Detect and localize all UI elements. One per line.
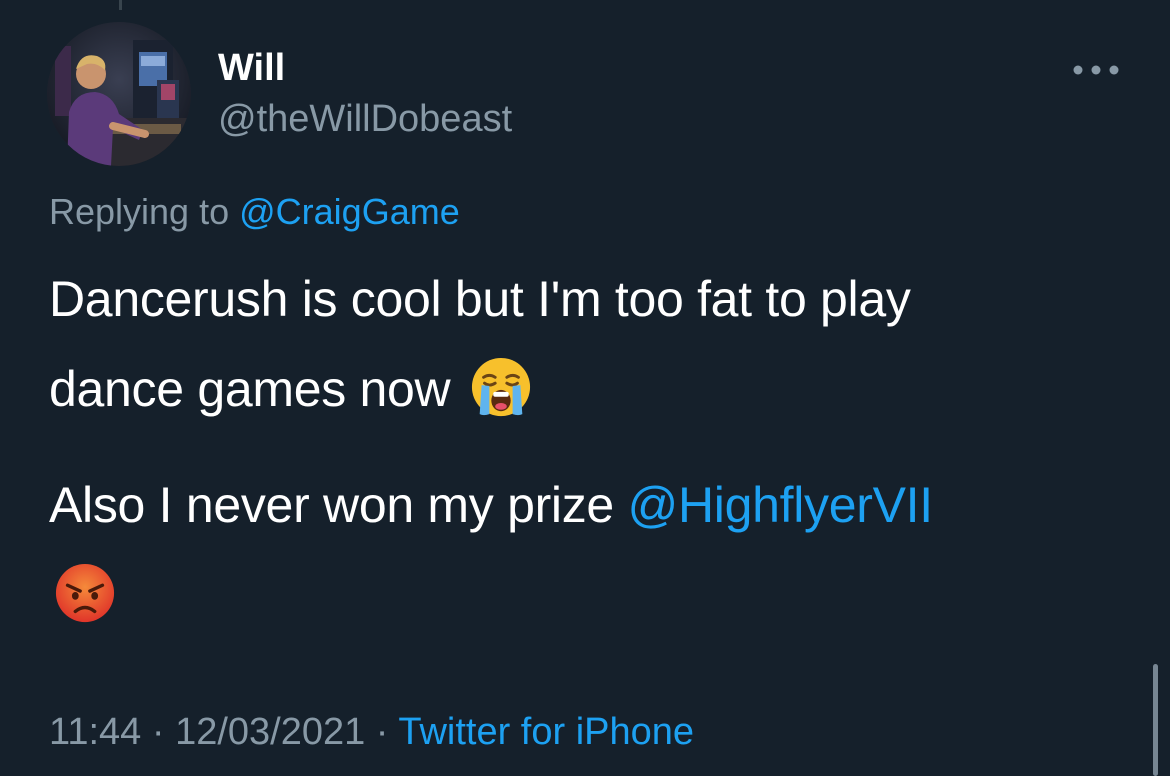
avatar[interactable] [47,22,191,166]
tweet-date: 12/03/2021 [175,711,366,753]
replying-to-label: Replying to [49,191,230,232]
meta-separator: · [141,711,176,753]
user-handle[interactable]: @theWillDobeast [218,97,512,141]
replying-to-mention[interactable]: @CraigGame [239,191,460,232]
tweet-mention-link[interactable]: @HighflyerVII [628,477,934,533]
tweet-text-line-3-text: Also I never won my prize [49,477,614,533]
meta-separator: · [365,711,399,753]
tweet-text-line-2: dance games now [49,356,532,420]
tweet-time: 11:44 [49,711,142,753]
more-options-button[interactable] [1068,54,1124,86]
angry-face-icon [55,563,115,623]
tweet-text-line-1: Dancerush is cool but I'm too fat to pla… [49,271,911,327]
tweet-text-line-2-text: dance games now [49,361,451,417]
loudly-crying-face-icon [471,357,530,417]
scrollbar[interactable] [1153,664,1158,776]
tweet-meta: 11:44 · 12/03/2021 · Twitter for iPhone [49,708,694,756]
more-horizontal-icon [1073,65,1119,75]
replying-to-line: Replying to @CraigGame [49,188,460,236]
tweet-source-link[interactable]: Twitter for iPhone [398,711,694,753]
avatar-image [47,22,191,166]
display-name[interactable]: Will [218,46,285,90]
thread-connector-line [119,0,122,10]
tweet-text-line-3: Also I never won my prize @HighflyerVII [49,474,933,536]
